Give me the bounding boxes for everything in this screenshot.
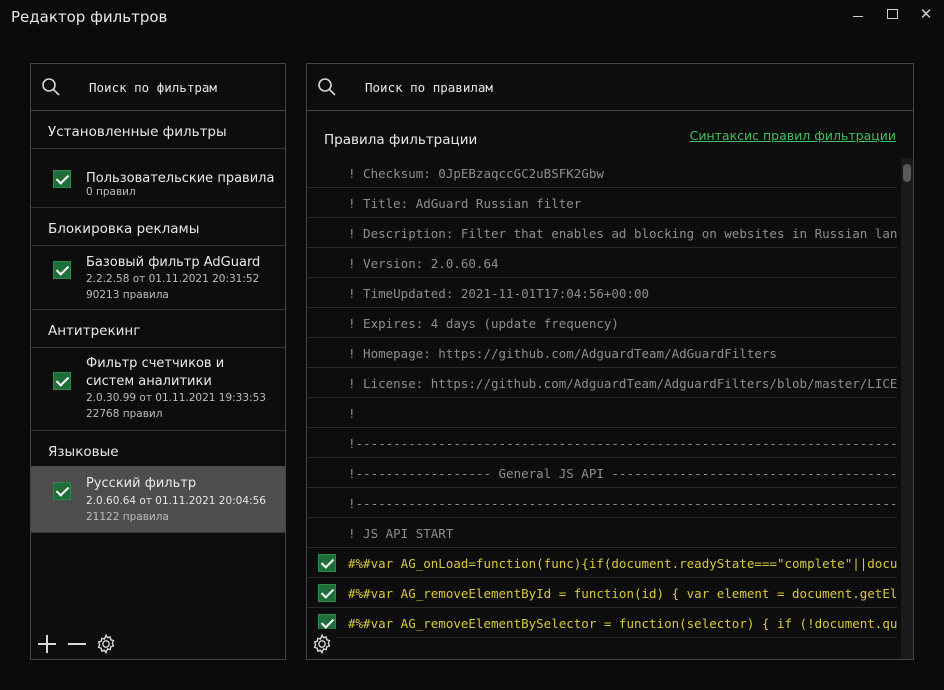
minimize-button[interactable]	[846, 4, 870, 24]
rule-row[interactable]: ! Homepage: https://github.com/AdguardTe…	[307, 338, 897, 368]
gear-icon[interactable]	[93, 631, 119, 657]
rule-row[interactable]: !---------------------------------------…	[307, 428, 897, 458]
gear-icon[interactable]	[309, 631, 335, 657]
filter-version: 2.0.30.99 от 01.11.2021 19:33:53	[86, 392, 266, 404]
filter-checkbox[interactable]	[53, 170, 71, 188]
filter-rule-count: 22768 правил	[86, 408, 163, 420]
filter-search-bar	[31, 64, 285, 111]
filter-item-russian[interactable]: Русский фильтр 2.0.60.64 от 01.11.2021 2…	[31, 466, 285, 533]
rule-row[interactable]: !---------------------------------------…	[307, 488, 897, 518]
group-header-installed: Установленные фильтры	[31, 110, 285, 149]
rule-text: ! Title: AdGuard Russian filter	[348, 196, 582, 211]
rule-text: !------------------ General JS API -----…	[348, 466, 897, 481]
rule-text: ! JS API START	[348, 526, 454, 541]
rule-row[interactable]: ! Checksum: 0JpEBzaqccGC2uBSFK2Gbw	[307, 158, 897, 188]
rule-text: #%#var AG_onLoad=function(func){if(docum…	[348, 556, 897, 571]
rule-text: !---------------------------------------…	[348, 436, 897, 451]
rule-row[interactable]: !------------------ General JS API -----…	[307, 458, 897, 488]
syntax-help-link[interactable]: Синтаксис правил фильтрации	[690, 128, 896, 143]
filter-name: Русский фильтр	[86, 476, 197, 491]
rule-checkbox[interactable]	[318, 584, 336, 602]
filter-rule-count: 0 правил	[86, 186, 136, 198]
rule-row[interactable]: ! Title: AdGuard Russian filter	[307, 188, 897, 218]
filter-checkbox[interactable]	[53, 482, 71, 500]
filter-name: Базовый фильтр AdGuard	[86, 255, 261, 270]
rule-text: ! TimeUpdated: 2021-11-01T17:04:56+00:00	[348, 286, 650, 301]
filter-checkbox[interactable]	[53, 372, 71, 390]
rule-text: ! License: https://github.com/AdguardTea…	[348, 376, 897, 391]
rule-text: ! Homepage: https://github.com/AdguardTe…	[348, 346, 777, 361]
rule-row[interactable]: ! License: https://github.com/AdguardTea…	[307, 368, 897, 398]
rules-toolbar	[307, 629, 337, 659]
window-title: Редактор фильтров	[11, 8, 168, 26]
rule-row[interactable]: ! Description: Filter that enables ad bl…	[307, 218, 897, 248]
close-button[interactable]: ✕	[914, 4, 938, 24]
rule-row[interactable]: ! JS API START	[307, 518, 897, 548]
rule-row[interactable]: ! Expires: 4 days (update frequency)	[307, 308, 897, 338]
rules-panel: Правила фильтрации Синтаксис правил филь…	[306, 63, 914, 660]
rule-text: ! Description: Filter that enables ad bl…	[348, 226, 897, 241]
maximize-button[interactable]	[880, 4, 904, 24]
rules-list: ! Checksum: 0JpEBzaqccGC2uBSFK2Gbw ! Titl…	[307, 158, 913, 659]
rule-row[interactable]: ! TimeUpdated: 2021-11-01T17:04:56+00:00	[307, 278, 897, 308]
filter-item-adguard-base[interactable]: Базовый фильтр AdGuard 2.2.2.58 от 01.11…	[31, 245, 285, 310]
rule-row[interactable]: !	[307, 398, 897, 428]
rule-checkbox[interactable]	[318, 554, 336, 572]
rule-search-bar	[307, 64, 913, 111]
rule-row[interactable]: #%#var AG_removeElementById = function(i…	[307, 578, 897, 608]
filter-item-tracking[interactable]: Фильтр счетчиков и систем аналитики 2.0.…	[31, 347, 285, 431]
filter-rule-count: 90213 правила	[86, 289, 169, 301]
filter-version: 2.2.2.58 от 01.11.2021 20:31:52	[86, 273, 260, 285]
group-header-ad-blocking: Блокировка рекламы	[31, 207, 285, 246]
scrollbar[interactable]	[901, 158, 913, 659]
rule-text: ! Checksum: 0JpEBzaqccGC2uBSFK2Gbw	[348, 166, 604, 181]
filter-checkbox[interactable]	[53, 261, 71, 279]
rule-row[interactable]: #%#var AG_onLoad=function(func){if(docum…	[307, 548, 897, 578]
group-header-antitracking: Антитрекинг	[31, 309, 285, 348]
search-icon[interactable]	[317, 77, 337, 97]
filter-rule-count: 21122 правила	[86, 511, 169, 523]
minus-icon[interactable]	[64, 631, 90, 657]
rule-text: !---------------------------------------…	[348, 496, 897, 511]
rule-row[interactable]: ! Version: 2.0.60.64	[307, 248, 897, 278]
group-header-language: Языковые	[48, 444, 119, 460]
rules-title: Правила фильтрации	[324, 132, 478, 148]
rules-header: Правила фильтрации Синтаксис правил филь…	[307, 110, 913, 158]
rule-text: #%#var AG_removeElementById = function(i…	[348, 586, 897, 601]
plus-icon[interactable]	[34, 631, 60, 657]
rule-text: #%#var AG_removeElementBySelector = func…	[348, 616, 897, 631]
rule-row[interactable]: #%#var AG_removeElementBySelector = func…	[307, 608, 897, 638]
title-bar: Редактор фильтров ✕	[0, 0, 944, 36]
filters-panel: Установленные фильтры Пользовательские п…	[30, 63, 286, 660]
filter-search-input[interactable]	[89, 77, 269, 97]
filter-version: 2.0.60.64 от 01.11.2021 20:04:56	[86, 495, 266, 507]
rule-text: !	[348, 406, 356, 421]
rule-search-input[interactable]	[365, 77, 765, 97]
filters-toolbar	[31, 629, 285, 659]
rule-text: ! Expires: 4 days (update frequency)	[348, 316, 619, 331]
scrollbar-thumb[interactable]	[903, 164, 911, 182]
search-icon[interactable]	[41, 77, 61, 97]
filter-item-user-rules[interactable]: Пользовательские правила 0 правил	[31, 159, 285, 208]
rule-text: ! Version: 2.0.60.64	[348, 256, 499, 271]
filter-name: Фильтр счетчиков и систем аналитики	[86, 356, 225, 389]
